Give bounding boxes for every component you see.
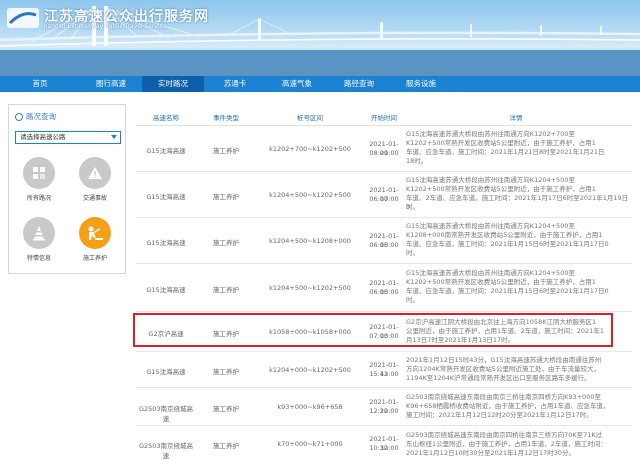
row-detail-line: 时。 bbox=[406, 296, 419, 304]
nav-item-weather[interactable]: 高速气象 bbox=[266, 76, 328, 92]
header-road: 高速名称 bbox=[153, 114, 179, 122]
warning-icon bbox=[79, 157, 111, 189]
row-type: 施工养护 bbox=[213, 368, 239, 376]
row-start-time: 08:00:00 bbox=[369, 149, 399, 157]
row-detail-line: K1202+500常熟开发区收费站5公里附近，由于施工养护，占用1 bbox=[406, 278, 596, 286]
row-detail-line: G2503南京绕城高速东南段由南京三桥往南京四桥方向K93+000至 bbox=[406, 393, 601, 401]
header-start: 开始时间 bbox=[371, 114, 397, 122]
category-label: 所有路况 bbox=[26, 195, 51, 202]
row-detail-line: 车道、应急车道，施工时间：2021年1月21日8时至2021年1月21日 bbox=[406, 148, 605, 156]
table-row[interactable]: G15沈海高速 施工养护 k1204+500~k1202+500 2021-01… bbox=[136, 264, 632, 312]
row-detail-line: K1202+500常熟开发区收费站5公里附近，由于施工养护，占用1 bbox=[406, 139, 596, 147]
header-range: 桩号区间 bbox=[297, 114, 323, 122]
category-special[interactable]: 特情信息 bbox=[19, 217, 59, 262]
header-type: 事件类型 bbox=[213, 114, 239, 122]
table-row[interactable]: G15沈海高速 施工养护 k1204+000~k1202+500 2021-01… bbox=[136, 352, 632, 388]
row-range: k1204+500~k1208+000 bbox=[269, 237, 351, 245]
category-accident[interactable]: 交通事故 bbox=[75, 157, 115, 202]
category-construction[interactable]: 施工养护 bbox=[75, 217, 115, 262]
table-header: 高速名称 事件类型 桩号区间 开始时间 详情 bbox=[136, 106, 632, 126]
row-detail-line: G15沈海高速苏通大桥段由苏州往南通方向K1204+500至 bbox=[406, 269, 575, 277]
category-label: 特情信息 bbox=[26, 255, 51, 262]
row-road: G15沈海高速 bbox=[146, 239, 186, 247]
jeno-logo bbox=[7, 8, 39, 28]
construction-worker-icon bbox=[79, 217, 111, 249]
table-row[interactable]: G15沈海高速 施工养护 k1204+500~k1208+000 2021-01… bbox=[136, 218, 632, 264]
expressway-select[interactable]: 请选择高速公路 bbox=[15, 131, 121, 144]
row-detail-line: 1194K至1204K沪常通段常熟开发区出口至服务区路车多缓行。 bbox=[406, 374, 591, 382]
row-start-time: 12:20:00 bbox=[369, 407, 399, 415]
row-range: k1204+500~k1202+500 bbox=[269, 191, 351, 199]
row-detail-line: G15沈海高速苏通大桥段由苏州往南通方向K1204+500至 bbox=[406, 222, 575, 230]
row-detail-line: 时。 bbox=[406, 249, 419, 257]
row-road: G15沈海高速 bbox=[146, 286, 186, 294]
row-type: 施工养护 bbox=[213, 405, 239, 413]
search-icon bbox=[15, 112, 23, 121]
row-detail-line: 东山枢纽1公里附近，由于施工养护，占用1车道、2车道，施工时间： bbox=[406, 440, 607, 448]
row-detail-line: K96+658栖霞桥收费站附近，由于施工养护，占用1车道、应急车道， bbox=[406, 402, 610, 410]
row-detail-line: 施工时间：2021年1月12日12时20分至2021年1月12日17时。 bbox=[406, 411, 593, 419]
row-detail-line: G15沈海高速苏通大桥段由苏州往南通方向K1202+700至 bbox=[406, 130, 575, 138]
row-detail-line: 车道、应急车道，施工时间：2021年1月15日6时至2021年1月17日0 bbox=[406, 240, 609, 248]
panel-title: 路况查询 bbox=[15, 111, 56, 122]
row-detail-line: G15沈海高速苏通大桥段由苏州往南通方向K1204+500至 bbox=[406, 176, 575, 184]
table-row[interactable]: G15沈海高速 施工养护 k1204+500~k1202+500 2021-01… bbox=[136, 172, 632, 218]
row-detail-line: K1202+500常熟开发区收费站5公里附近，由于施工养护，占用1 bbox=[406, 185, 596, 193]
selected-row-highlight bbox=[133, 313, 613, 347]
row-detail-line: G2503南京绕城高速东南段由南京四桥往南京三桥方向70K至71K过 bbox=[406, 431, 603, 439]
row-range: k70+000~k71+000 bbox=[277, 440, 343, 448]
row-road: G15沈海高速 bbox=[146, 147, 186, 155]
main-nav: 首页 图行高速 实时路况 苏通卡 高速气象 路径查询 服务设施 bbox=[0, 76, 640, 92]
expressway-select-value: 请选择高速公路 bbox=[20, 133, 66, 141]
row-start-time: 15:43:00 bbox=[369, 370, 399, 378]
row-start-time: 10:30:00 bbox=[369, 444, 399, 452]
row-type: 施工养护 bbox=[213, 286, 239, 294]
row-type: 施工养护 bbox=[213, 193, 239, 201]
row-road: G2503南京绕城高速 bbox=[138, 405, 194, 423]
nav-item-route-query[interactable]: 路径查询 bbox=[328, 76, 390, 92]
nav-item-realtime-traffic[interactable]: 实时路况 bbox=[142, 76, 204, 92]
chevron-down-icon bbox=[111, 135, 117, 139]
row-range: k1204+000~k1202+500 bbox=[269, 366, 351, 374]
row-detail-line: 2021年1月12日15时43分，G15沈海高速苏通大桥段由南通往苏州 bbox=[406, 356, 602, 364]
row-detail-line: 时。 bbox=[406, 203, 419, 211]
row-road: G15沈海高速 bbox=[146, 193, 186, 201]
row-detail-line: 18时。 bbox=[406, 157, 428, 165]
table-row[interactable]: G2503南京绕城高速 施工养护 k93+000~k96+658 2021-01… bbox=[136, 388, 632, 426]
row-road: G15沈海高速 bbox=[146, 368, 186, 376]
row-type: 施工养护 bbox=[213, 239, 239, 247]
row-type: 施工养护 bbox=[213, 147, 239, 155]
site-subtitle: Jiangsu Expressway Public Travel Service bbox=[44, 23, 167, 30]
row-detail-line: 2021年1月12日10时30分至2021年1月12日17时30分。 bbox=[406, 449, 575, 457]
nav-item-map[interactable]: 图行高速 bbox=[80, 76, 142, 92]
nav-item-sutong-card[interactable]: 苏通卡 bbox=[204, 76, 266, 92]
category-label: 施工养护 bbox=[82, 255, 107, 262]
row-detail-line: 车道、应急车道，施工时间：2021年1月15日6时至2021年1月17日0 bbox=[406, 287, 609, 295]
grid-icon bbox=[23, 157, 55, 189]
row-start-time: 06:00:00 bbox=[369, 288, 399, 296]
cone-icon bbox=[23, 217, 55, 249]
row-range: k1204+500~k1202+500 bbox=[269, 284, 351, 292]
row-range: k93+000~k96+658 bbox=[277, 403, 343, 411]
category-all[interactable]: 所有路况 bbox=[19, 157, 59, 202]
table-row[interactable]: G2503南京绕城高速 施工养护 k70+000~k71+000 2021-01… bbox=[136, 426, 632, 460]
category-label: 交通事故 bbox=[82, 195, 107, 202]
row-range: k1202+700~k1202+500 bbox=[269, 145, 351, 153]
row-detail-line: K1208+000南常熟开发区收费站5公里附近，由于施工养护，占用1 bbox=[406, 231, 603, 239]
nav-item-home[interactable]: 首页 bbox=[0, 76, 80, 92]
panel-title-text: 路况查询 bbox=[26, 112, 56, 121]
header-banner: 江苏高速公众出行服务网 Jiangsu Expressway Public Tr… bbox=[0, 0, 640, 76]
row-start-time: 06:00:00 bbox=[369, 241, 399, 249]
nav-item-facilities[interactable]: 服务设施 bbox=[390, 76, 452, 92]
traffic-query-panel: 路况查询 请选择高速公路 所有路况 交通事故 特情信息 施工养护 bbox=[8, 104, 126, 274]
header-detail: 详情 bbox=[509, 114, 523, 122]
row-detail-line: 方向1204K常熟开发区收费站5公里附近施工处，由于车流量较大， bbox=[406, 365, 600, 373]
row-start-time: 06:00:00 bbox=[369, 195, 399, 203]
table-row[interactable]: G15沈海高速 施工养护 k1202+700~k1202+500 2021-01… bbox=[136, 126, 632, 172]
row-road: G2503南京绕城高速 bbox=[138, 442, 194, 460]
row-type: 施工养护 bbox=[213, 442, 239, 450]
